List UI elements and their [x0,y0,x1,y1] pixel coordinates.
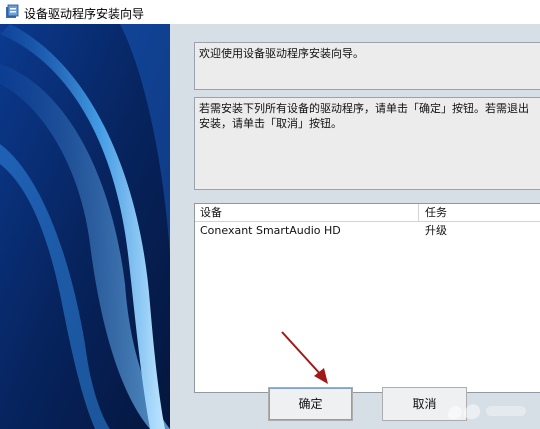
column-header-device[interactable]: 设备 [200,205,222,220]
wizard-content: 欢迎使用设备驱动程序安装向导。 若需安装下列所有设备的驱动程序，请单击「确定」按… [170,24,540,429]
table-header: 设备 任务 [195,204,540,222]
device-name-cell: Conexant SmartAudio HD [200,224,341,237]
column-divider[interactable] [418,204,419,221]
title-bar: 设备驱动程序安装向导 [0,0,540,24]
instruction-message: 若需安装下列所有设备的驱动程序，请单击「确定」按钮。若需退出安装，请单击「取消」… [194,97,540,190]
task-cell: 升级 [425,224,447,237]
ok-button[interactable]: 确定 [268,387,353,421]
sidebar-banner [0,24,170,429]
table-row[interactable]: Conexant SmartAudio HD 升级 [195,223,540,239]
device-table[interactable]: 设备 任务 Conexant SmartAudio HD 升级 [194,203,540,393]
welcome-message: 欢迎使用设备驱动程序安装向导。 [194,42,540,90]
cancel-button[interactable]: 取消 [382,387,467,421]
column-header-task[interactable]: 任务 [425,205,447,220]
installer-icon [6,4,19,18]
window-title: 设备驱动程序安装向导 [24,7,145,21]
decorative-swirl-image [0,24,170,429]
